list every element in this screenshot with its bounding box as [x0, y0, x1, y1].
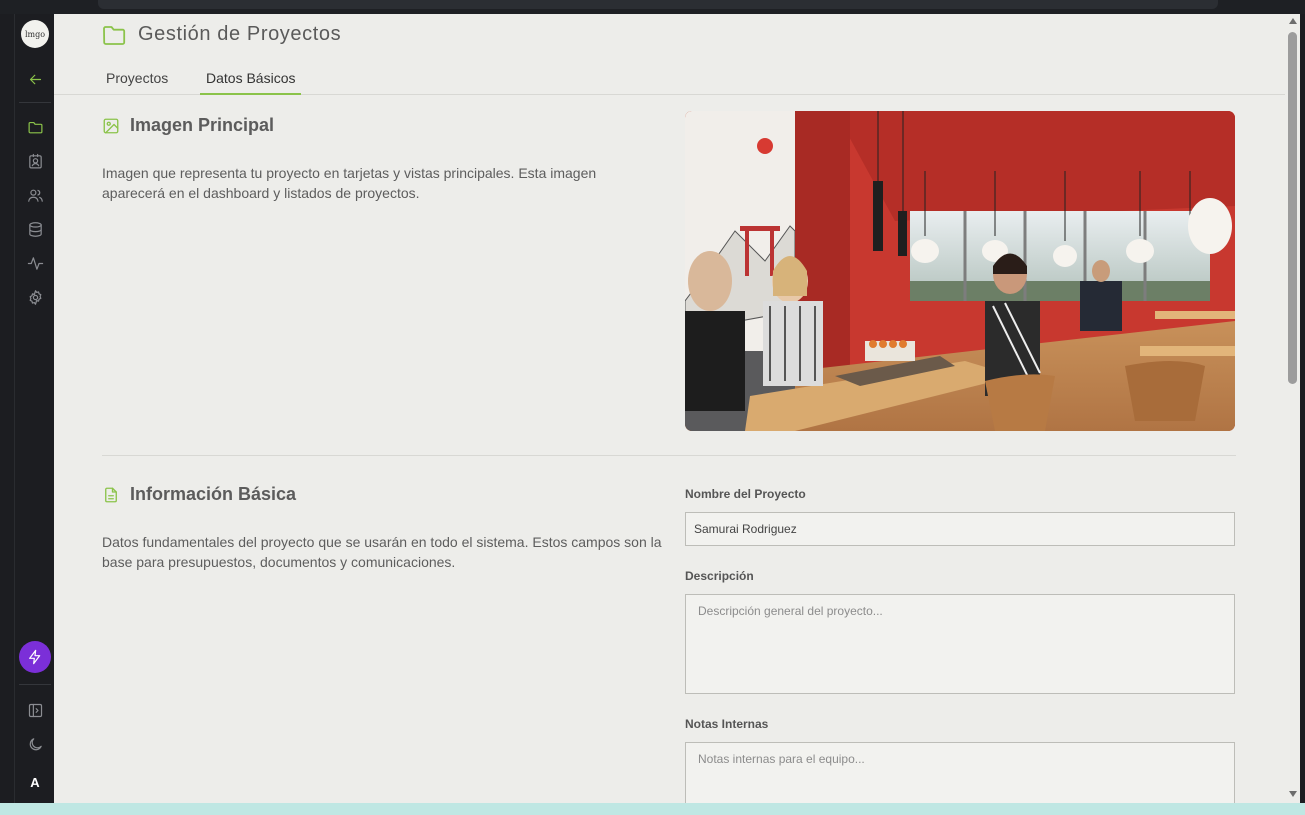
gear-icon [29, 289, 41, 305]
info-section-title: Información Básica [102, 484, 296, 505]
sidebar-item-database[interactable] [23, 217, 47, 241]
internal-notes-label: Notas Internas [685, 717, 769, 731]
sidebar-divider [19, 102, 51, 103]
sidebar: lmgo A [14, 14, 54, 803]
bolt-icon [29, 649, 41, 665]
database-icon [28, 221, 42, 237]
browser-address-bar[interactable] [98, 0, 1218, 9]
sidebar-divider [19, 684, 51, 685]
main-content: Gestión de Proyectos Proyectos Datos Bás… [54, 14, 1285, 803]
sidebar-item-settings[interactable] [23, 285, 47, 309]
page-title: Gestión de Proyectos [138, 23, 342, 45]
browser-chrome [0, 0, 1305, 14]
back-button[interactable] [23, 67, 47, 91]
sidebar-item-projects[interactable] [23, 115, 47, 139]
sidebar-item-team[interactable] [23, 183, 47, 207]
users-icon [27, 189, 43, 202]
project-name-label: Nombre del Proyecto [685, 487, 806, 501]
user-avatar[interactable]: A [23, 770, 47, 794]
sidebar-item-contacts[interactable] [23, 149, 47, 173]
description-textarea[interactable] [685, 594, 1235, 694]
logo-text: lmgo [24, 29, 46, 39]
toggle-sidebar-button[interactable] [23, 698, 47, 722]
description-label: Descripción [685, 569, 754, 583]
app-window: lmgo A Gestión de Proyectos Proyectos Da… [0, 14, 1305, 803]
info-section-description: Datos fundamentales del proyecto que se … [102, 534, 662, 570]
activity-icon [27, 256, 43, 270]
scroll-down-arrow-icon[interactable] [1289, 791, 1297, 797]
desktop-background [0, 803, 1305, 815]
scroll-up-arrow-icon[interactable] [1289, 18, 1297, 24]
info-section-heading: Información Básica [130, 484, 297, 504]
image-section-description: Imagen que representa tu proyecto en tar… [102, 165, 597, 201]
tab-bar: Proyectos Datos Básicos [54, 64, 1285, 95]
vertical-scrollbar[interactable] [1285, 14, 1300, 803]
page-header: Gestión de Proyectos [102, 23, 341, 46]
quick-action-button[interactable] [19, 641, 51, 673]
folder-icon [28, 121, 42, 133]
scrollbar-thumb[interactable] [1288, 32, 1297, 384]
image-icon [103, 118, 119, 133]
image-section-heading: Imagen Principal [130, 115, 275, 135]
sidebar-item-activity[interactable] [23, 251, 47, 275]
image-section-title: Imagen Principal [102, 115, 274, 136]
tab-proyectos[interactable]: Proyectos [100, 67, 174, 95]
theme-toggle-button[interactable] [23, 732, 47, 756]
tab-datos-basicos[interactable]: Datos Básicos [200, 67, 302, 95]
sidebar-toggle-icon [28, 703, 42, 717]
contacts-icon [28, 153, 42, 168]
document-icon [105, 487, 117, 502]
restaurant-photo [685, 111, 1235, 431]
avatar-initial: A [30, 774, 40, 790]
app-logo[interactable]: lmgo [21, 20, 49, 48]
moon-icon [29, 737, 42, 750]
folder-icon [103, 25, 126, 45]
arrow-left-icon [29, 74, 41, 84]
project-name-input[interactable] [685, 512, 1235, 546]
section-divider [102, 455, 1236, 456]
project-main-image[interactable] [685, 111, 1235, 431]
window-edge [1300, 14, 1305, 803]
internal-notes-textarea[interactable] [685, 742, 1235, 803]
